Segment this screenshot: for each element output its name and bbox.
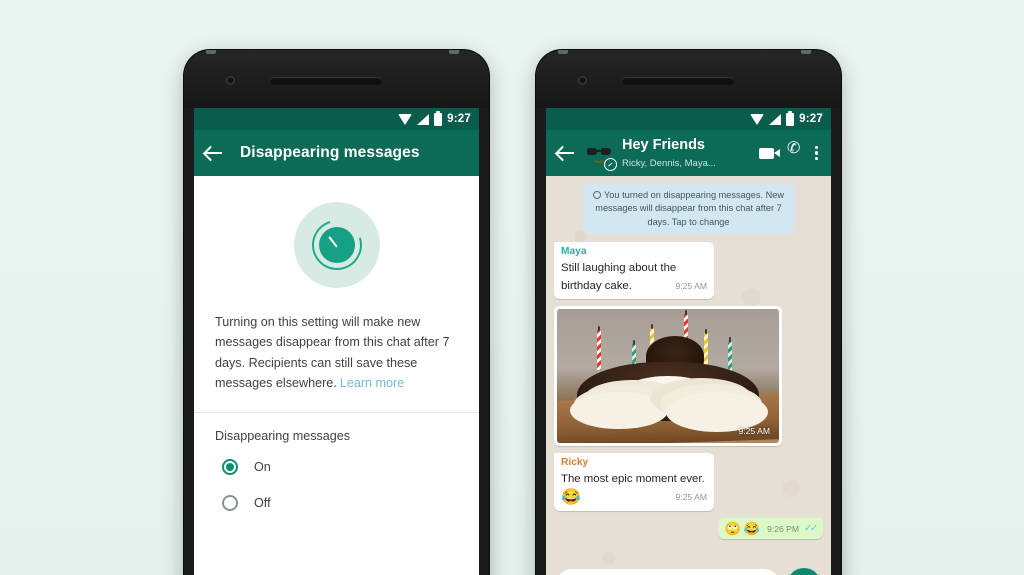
radio-button-on[interactable] [222, 458, 238, 475]
phone-call-icon[interactable] [787, 141, 802, 161]
message-text: Still laughing about the birthday cake. [561, 262, 677, 293]
wifi-icon [750, 113, 765, 125]
chat-title: Hey Friends [622, 136, 705, 153]
message-text: The most epic moment ever. [561, 472, 705, 485]
birthday-cake-photo: 9:25 AM [557, 308, 779, 443]
front-camera-icon [226, 76, 235, 85]
battery-icon [786, 110, 795, 126]
section-title: Disappearing messages [215, 428, 351, 443]
chat-header-text[interactable]: Hey Friends Ricky, Dennis, Maya... [622, 136, 751, 171]
phone-right-screen: 9:27 Hey Friends Ricky, Dennis, Maya... [546, 108, 831, 575]
signal-icon [417, 113, 430, 125]
message-input-pill[interactable]: Type a message... 📎 [556, 569, 780, 575]
signal-icon [769, 113, 782, 125]
message-time: 9:26 PM [767, 523, 800, 534]
earpiece-speaker [622, 77, 734, 85]
learn-more-link[interactable]: Learn more [340, 376, 404, 390]
avatar[interactable] [584, 138, 617, 171]
phone-left-bezel [184, 50, 489, 108]
radio-label-off: Off [254, 495, 271, 510]
phone-left-screen: 9:27 Disappearing messages Turning on th… [194, 108, 479, 575]
message-bubble-incoming[interactable]: Maya Still laughing about the birthday c… [554, 242, 714, 299]
bezel-nub [801, 50, 811, 54]
battery-icon [434, 110, 443, 126]
message-sender: Maya [561, 246, 587, 258]
chat-message-list[interactable]: You turned on disappearing messages. New… [546, 176, 831, 575]
screenshot-stage: 9:27 Disappearing messages Turning on th… [0, 0, 1024, 575]
kebab-menu-icon[interactable] [815, 145, 819, 161]
message-emoji: 😂 [743, 521, 761, 537]
message-bubble-image[interactable]: 9:25 AM [554, 305, 782, 446]
phone-left: 9:27 Disappearing messages Turning on th… [184, 50, 489, 575]
image-message-time: 9:25 AM [738, 425, 770, 436]
bezel-nub [206, 50, 216, 54]
system-notice[interactable]: You turned on disappearing messages. New… [582, 184, 795, 235]
video-call-icon[interactable] [759, 147, 780, 159]
back-arrow-icon[interactable] [556, 143, 576, 163]
microphone-button[interactable] [787, 568, 821, 575]
radio-option-on[interactable]: On [194, 449, 479, 485]
bezel-nub [558, 50, 568, 54]
message-composer: Type a message... 📎 [554, 562, 823, 575]
phone-right: 9:27 Hey Friends Ricky, Dennis, Maya... [536, 50, 841, 575]
bezel-nub [449, 50, 459, 54]
radio-label-on: On [254, 459, 271, 474]
timer-badge-icon [604, 158, 617, 171]
system-notice-text: You turned on disappearing messages. New… [595, 190, 784, 227]
front-camera-icon [578, 76, 587, 85]
double-check-icon: ✓✓ [804, 523, 818, 535]
chat-participants: Ricky, Dennis, Maya... [622, 158, 716, 170]
settings-appbar: Disappearing messages [194, 130, 479, 176]
message-sender: Ricky [561, 456, 589, 468]
wifi-icon [398, 113, 413, 125]
back-arrow-icon[interactable] [204, 143, 224, 163]
phone-right-bezel [536, 50, 841, 108]
message-bubble-incoming[interactable]: Ricky The most epic moment ever. 😂 9:25 A… [554, 452, 714, 512]
message-time: 9:25 AM [675, 281, 707, 292]
message-emoji: 🙄 [724, 521, 741, 537]
radio-option-off[interactable]: Off [194, 485, 479, 521]
message-emoji: 😂 [561, 489, 581, 507]
timer-icon [593, 191, 602, 199]
status-bar-time: 9:27 [799, 113, 823, 125]
timer-icon [293, 202, 380, 288]
earpiece-speaker [270, 77, 382, 85]
status-bar-left: 9:27 [194, 108, 479, 130]
status-bar-right: 9:27 [546, 108, 831, 130]
message-time: 9:25 AM [675, 492, 707, 503]
settings-description: Turning on this setting will make new me… [215, 315, 450, 391]
message-bubble-outgoing[interactable]: 🙄 😂 9:26 PM ✓✓ [717, 518, 823, 540]
settings-description-block: Turning on this setting will make new me… [194, 312, 479, 412]
page-title: Disappearing messages [240, 144, 420, 161]
settings-body: Turning on this setting will make new me… [194, 176, 479, 575]
timer-hero [194, 176, 479, 312]
radio-button-off[interactable] [222, 494, 238, 511]
chat-appbar: Hey Friends Ricky, Dennis, Maya... [546, 130, 831, 176]
status-bar-time: 9:27 [447, 113, 471, 125]
chat-action-icons [759, 141, 821, 161]
